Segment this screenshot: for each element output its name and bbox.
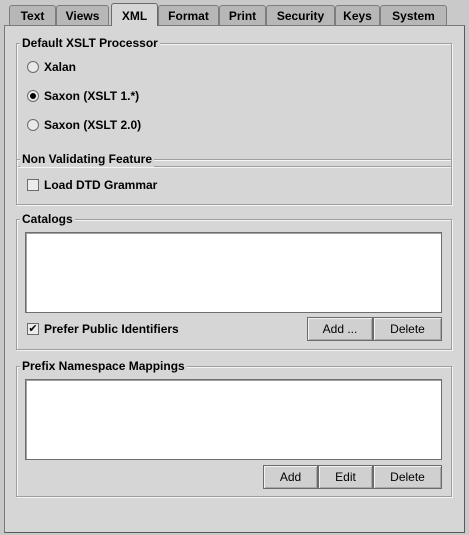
prefix-namespace-group: Prefix Namespace Mappings Add Edit Delet… [16,358,452,497]
load-dtd-checkbox[interactable]: Load DTD Grammar [27,177,157,193]
tab-views[interactable]: Views [56,5,109,25]
tab-keys[interactable]: Keys [335,5,380,25]
xslt-option-xalan[interactable]: Xalan [27,59,76,75]
xslt-processor-title: Default XSLT Processor [20,35,160,51]
load-dtd-check[interactable] [27,179,39,191]
tab-label: Keys [343,9,372,23]
catalogs-group: Catalogs ✔ Prefer Public Identifiers Add… [16,211,452,350]
load-dtd-label: Load DTD Grammar [44,178,158,192]
catalogs-list[interactable] [25,232,442,313]
prefix-edit-button[interactable]: Edit [318,465,373,489]
xslt-option-label: Saxon (XSLT 2.0) [44,118,142,132]
tab-security[interactable]: Security [266,5,335,25]
catalogs-delete-button[interactable]: Delete [373,317,442,341]
tab-label: Text [20,9,45,23]
tab-system[interactable]: System [380,5,447,25]
radio-saxon-2[interactable] [27,119,39,131]
tab-label: Views [65,9,100,23]
non-validating-group: Non Validating Feature Load DTD Grammar [16,151,452,205]
prefix-delete-button[interactable]: Delete [373,465,442,489]
non-validating-title: Non Validating Feature [20,151,155,167]
radio-xalan[interactable] [27,61,39,73]
tab-label: System [392,9,435,23]
prefix-add-button[interactable]: Add [263,465,318,489]
tab-format[interactable]: Format [158,5,219,25]
xslt-processor-group: Default XSLT Processor Xalan Saxon (XSLT… [16,35,452,167]
prefix-mappings-list[interactable] [25,379,442,460]
tab-print[interactable]: Print [219,5,266,25]
xslt-option-label: Saxon (XSLT 1.*) [44,89,140,103]
prefer-public-check[interactable]: ✔ [27,323,39,335]
xml-settings-panel: Default XSLT Processor Xalan Saxon (XSLT… [4,25,465,533]
xslt-option-label: Xalan [44,60,77,74]
tab-label: Security [276,9,325,23]
prefer-public-checkbox[interactable]: ✔ Prefer Public Identifiers [27,321,179,337]
prefix-namespace-title: Prefix Namespace Mappings [20,358,187,374]
tab-xml[interactable]: XML [111,3,158,26]
prefer-public-label: Prefer Public Identifiers [44,322,179,336]
tab-label: Format [168,9,209,23]
catalogs-add-button[interactable]: Add ... [307,317,373,341]
catalogs-title: Catalogs [20,211,75,227]
xslt-option-saxon-2[interactable]: Saxon (XSLT 2.0) [27,117,141,133]
tab-label: XML [121,8,148,23]
tab-label: Print [228,9,257,23]
tab-bar: Text Views XML Format Print Security Key… [0,0,469,26]
radio-saxon-1[interactable] [27,90,39,102]
xslt-option-saxon-1[interactable]: Saxon (XSLT 1.*) [27,88,139,104]
tab-text[interactable]: Text [9,5,56,25]
